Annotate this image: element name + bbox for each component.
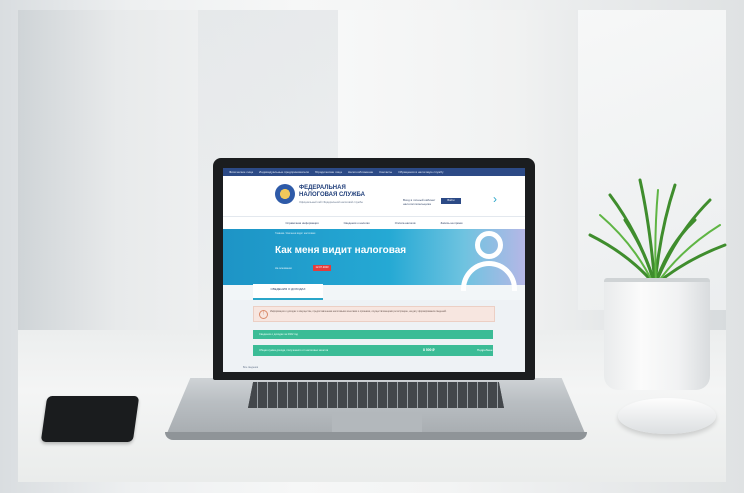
- tab-income-info[interactable]: СВЕДЕНИЯ О ДОХОДАХ: [253, 284, 323, 300]
- computer-mouse: [618, 398, 716, 434]
- laptop-trackpad: [332, 412, 422, 434]
- topbar-item[interactable]: Юридические лица: [315, 170, 342, 174]
- chevron-right-icon[interactable]: ›: [493, 192, 497, 206]
- laptop-lid: Физические лица Индивидуальные предприни…: [213, 158, 535, 380]
- site-nav: Справочная информация Сведения о налогах…: [223, 216, 525, 229]
- details-link[interactable]: Подробнее: [477, 348, 493, 352]
- brand-line1: ФЕДЕРАЛЬНАЯ: [299, 185, 346, 191]
- notice-text: Информация о доходах и имуществе, предос…: [270, 310, 447, 313]
- main-content: ! Информация о доходах и имуществе, пред…: [223, 300, 525, 372]
- smartphone: [40, 396, 140, 442]
- photo-scene: Физические лица Индивидуальные предприни…: [0, 0, 744, 493]
- laptop-keyboard: [248, 382, 504, 408]
- all-info-link[interactable]: Все сведения: [243, 366, 258, 369]
- site-header: ФЕДЕРАЛЬНАЯ НАЛОГОВАЯ СЛУЖБА Официальный…: [223, 176, 525, 216]
- hero-banner: Главная / Как меня видит налоговая Как м…: [223, 229, 525, 291]
- topbar-item[interactable]: Контакты: [379, 170, 392, 174]
- breadcrumb[interactable]: Главная / Как меня видит налоговая: [275, 232, 315, 235]
- hero-note: На основании: [275, 267, 292, 270]
- income-summary-bar[interactable]: Сведения о доходах за 2022 год: [253, 330, 493, 339]
- laptop-base-edge: [165, 432, 587, 440]
- topbar-item[interactable]: Физические лица: [229, 170, 253, 174]
- brand-line2: НАЛОГОВАЯ СЛУЖБА: [299, 192, 365, 198]
- topbar-item[interactable]: Налогообложение: [348, 170, 373, 174]
- header-login-text: Вход в личный кабинет налогоплательщика: [403, 198, 436, 206]
- topbar-item[interactable]: Обращения в налоговую службу: [398, 170, 443, 174]
- nav-item[interactable]: Справочная информация: [286, 221, 319, 225]
- income-total-bar[interactable]: Общая сумма дохода, полученного от налог…: [253, 345, 493, 356]
- income-summary-text: Сведения о доходах за 2022 год: [259, 333, 298, 336]
- info-notice: ! Информация о доходах и имуществе, пред…: [253, 306, 495, 322]
- header-login-button[interactable]: Войти: [441, 198, 461, 204]
- nav-item[interactable]: Запись на прием: [441, 221, 463, 225]
- brand-subtitle: Официальный сайт Федеральной налоговой с…: [299, 201, 363, 204]
- site-brand[interactable]: ФЕДЕРАЛЬНАЯ НАЛОГОВАЯ СЛУЖБА: [299, 185, 379, 199]
- laptop-screen: Физические лица Индивидуальные предприни…: [223, 168, 525, 372]
- site-topbar: Физические лица Индивидуальные предприни…: [223, 168, 525, 176]
- topbar-item[interactable]: Индивидуальные предприниматели: [259, 170, 309, 174]
- income-total-text: Общая сумма дохода, полученного от налог…: [259, 349, 329, 352]
- date-badge: 12.07.2023: [313, 265, 331, 271]
- page-title: Как меня видит налоговая: [275, 245, 407, 256]
- user-avatar-icon: [475, 231, 503, 259]
- fns-emblem-icon[interactable]: [275, 184, 295, 204]
- income-total-value: 8 500 ₽: [423, 348, 435, 352]
- user-avatar-body-icon: [461, 261, 517, 291]
- plant-leaves: [588, 178, 727, 287]
- plant-pot: [604, 282, 710, 390]
- nav-item[interactable]: Оплата налогов: [395, 221, 416, 225]
- nav-item[interactable]: Сведения о налогах: [344, 221, 370, 225]
- warning-icon: !: [259, 310, 268, 319]
